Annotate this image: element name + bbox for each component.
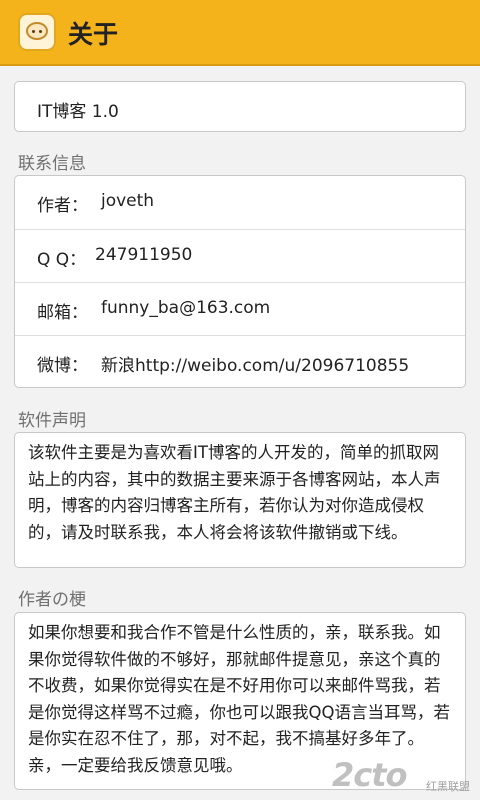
contact-row-weibo[interactable]: 微博： 新浪http://weibo.com/u/2096710855 xyxy=(15,335,465,388)
contact-label: 邮箱： xyxy=(37,303,88,323)
watermark-logo: 2cto xyxy=(332,756,408,794)
app-version: IT博客 1.0 xyxy=(37,102,119,122)
statement-section-label: 软件声明 xyxy=(18,411,86,431)
contact-value[interactable]: 新浪http://weibo.com/u/2096710855 xyxy=(101,351,409,376)
app-logo-eye xyxy=(32,30,35,33)
contact-section-label: 联系信息 xyxy=(18,154,86,174)
watermark-subtitle: 红黑联盟 xyxy=(426,780,470,793)
statement-card: 该软件主要是为喜欢看IT博客的人开发的，简单的抓取网站上的内容，其中的数据主要来… xyxy=(14,432,466,568)
contact-value[interactable]: funny_ba@163.com xyxy=(101,298,270,318)
contact-row-email[interactable]: 邮箱： funny_ba@163.com xyxy=(15,282,465,335)
app-logo-face xyxy=(26,22,48,40)
action-bar: 关于 xyxy=(0,0,480,66)
statement-text: 该软件主要是为喜欢看IT博客的人开发的，简单的抓取网站上的内容，其中的数据主要来… xyxy=(28,443,441,542)
app-logo-icon[interactable] xyxy=(18,13,56,51)
contact-label: Q Q： xyxy=(37,250,87,270)
app-logo-eye xyxy=(39,30,42,33)
contact-value: joveth xyxy=(101,191,155,211)
contact-row-author: 作者： joveth xyxy=(15,176,465,229)
page-title: 关于 xyxy=(68,20,119,49)
version-card: IT博客 1.0 xyxy=(14,81,466,132)
contact-label: 微博： xyxy=(37,356,88,376)
contact-card: 作者： joveth Q Q： 247911950 邮箱： funny_ba@1… xyxy=(14,175,466,388)
contact-label: 作者： xyxy=(37,196,88,216)
contact-row-qq: Q Q： 247911950 xyxy=(15,229,465,282)
joke-section-label: 作者の梗 xyxy=(18,590,86,610)
watermark: 2cto 红黑联盟 xyxy=(332,756,472,796)
contact-value[interactable]: 247911950 xyxy=(95,245,192,265)
